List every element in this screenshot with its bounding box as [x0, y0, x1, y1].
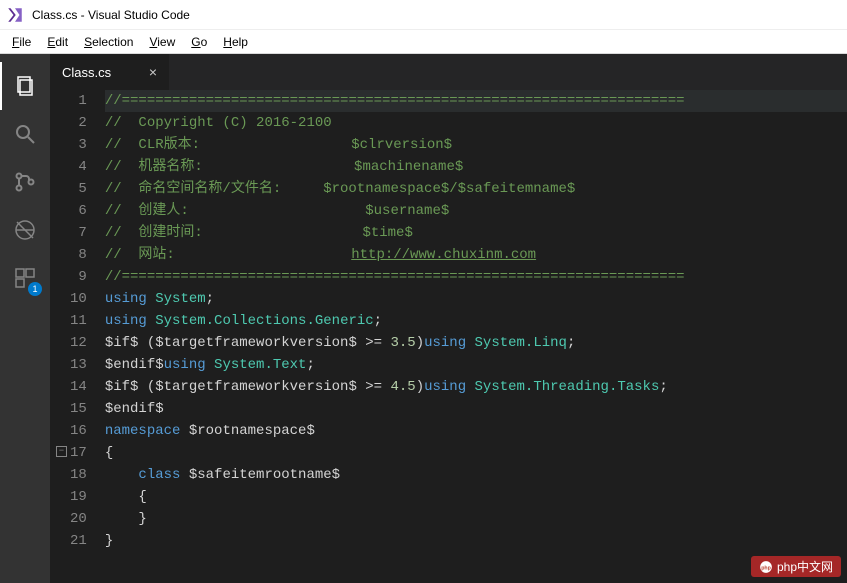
- line-number: 20: [70, 508, 87, 530]
- vscode-icon: [6, 6, 24, 24]
- line-number: 21: [70, 530, 87, 552]
- line-number: 10: [70, 288, 87, 310]
- line-number: 3: [70, 134, 87, 156]
- tab-class-cs[interactable]: Class.cs ×: [50, 54, 170, 90]
- line-number: 9: [70, 266, 87, 288]
- menu-help[interactable]: Help: [215, 33, 256, 51]
- main-area: 1 Class.cs × 1234567891011121314151617−1…: [0, 54, 847, 583]
- line-number: 7: [70, 222, 87, 244]
- tab-close-icon[interactable]: ×: [149, 64, 157, 80]
- line-number: 13: [70, 354, 87, 376]
- fold-marker-icon[interactable]: −: [56, 446, 67, 457]
- editor-area: Class.cs × 1234567891011121314151617−181…: [50, 54, 847, 583]
- activity-extensions[interactable]: 1: [0, 254, 50, 302]
- line-number: 2: [70, 112, 87, 134]
- line-number: 17−: [70, 442, 87, 464]
- menu-view[interactable]: View: [141, 33, 183, 51]
- php-icon: php: [759, 560, 773, 574]
- watermark-badge: php php中文网: [751, 556, 841, 577]
- menu-go[interactable]: Go: [183, 33, 215, 51]
- menu-file[interactable]: File: [4, 33, 39, 51]
- activitybar: 1: [0, 54, 50, 583]
- line-number: 11: [70, 310, 87, 332]
- line-number: 15: [70, 398, 87, 420]
- watermark-text: php中文网: [777, 558, 833, 575]
- code-editor[interactable]: 1234567891011121314151617−18192021 //===…: [50, 90, 847, 583]
- titlebar: Class.cs - Visual Studio Code: [0, 0, 847, 30]
- line-number: 4: [70, 156, 87, 178]
- tab-label: Class.cs: [62, 65, 129, 80]
- line-number: 6: [70, 200, 87, 222]
- line-number: 8: [70, 244, 87, 266]
- tabbar: Class.cs ×: [50, 54, 847, 90]
- activity-search[interactable]: [0, 110, 50, 158]
- activity-scm[interactable]: [0, 158, 50, 206]
- extensions-badge: 1: [28, 282, 42, 296]
- line-number: 18: [70, 464, 87, 486]
- line-number: 5: [70, 178, 87, 200]
- line-number: 19: [70, 486, 87, 508]
- code-lines[interactable]: //======================================…: [105, 90, 847, 583]
- line-number: 1: [70, 90, 87, 112]
- menu-selection[interactable]: Selection: [76, 33, 141, 51]
- line-number: 12: [70, 332, 87, 354]
- line-number: 14: [70, 376, 87, 398]
- svg-text:php: php: [761, 565, 771, 571]
- menu-edit[interactable]: Edit: [39, 33, 76, 51]
- window-title: Class.cs - Visual Studio Code: [32, 8, 190, 22]
- line-number: 16: [70, 420, 87, 442]
- activity-debug[interactable]: [0, 206, 50, 254]
- activity-explorer[interactable]: [0, 62, 50, 110]
- menubar: File Edit Selection View Go Help: [0, 30, 847, 54]
- line-gutter: 1234567891011121314151617−18192021: [50, 90, 105, 583]
